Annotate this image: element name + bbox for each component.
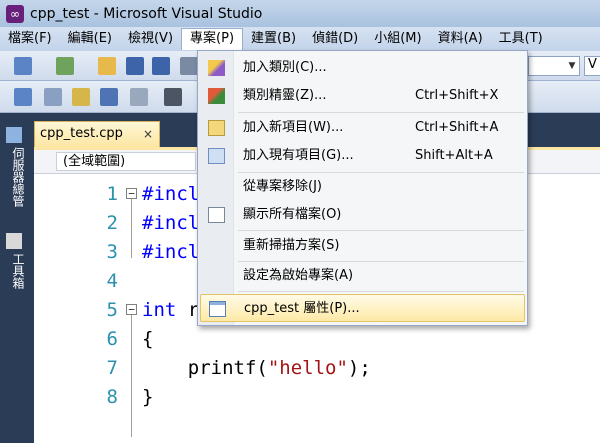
collapse-icon[interactable]: − <box>126 188 137 199</box>
line-number: 4 <box>106 270 118 292</box>
menu-item-label: 顯示所有檔案(O) <box>243 207 342 222</box>
code-keyword: #incl <box>142 212 200 234</box>
line-number: 6 <box>106 328 118 350</box>
menu-data[interactable]: 資料(A) <box>430 28 491 50</box>
line-number: 7 <box>106 357 118 379</box>
line-number: 5 <box>106 299 118 321</box>
menu-item-label: 加入類別(C)... <box>243 60 327 75</box>
visual-studio-icon: ∞ <box>6 4 24 23</box>
tab-server-explorer[interactable]: 伺服器總管 <box>3 147 27 207</box>
cut-icon[interactable] <box>180 57 198 75</box>
parameter-info-icon[interactable] <box>72 88 90 106</box>
code-line: 6 { <box>34 325 600 354</box>
code-keyword: #incl <box>142 241 200 263</box>
menu-edit[interactable]: 編輯(E) <box>60 28 120 50</box>
class-view-icon[interactable] <box>14 88 32 106</box>
chevron-down-icon: ▼ <box>568 61 576 71</box>
menu-item-rescan-solution[interactable]: 重新掃描方案(S) <box>200 232 525 260</box>
save-icon[interactable] <box>126 57 144 75</box>
save-all-icon[interactable] <box>152 57 170 75</box>
menu-item-add-class[interactable]: 加入類別(C)... <box>200 54 525 82</box>
line-number: 1 <box>106 183 118 205</box>
line-number: 8 <box>106 386 118 408</box>
menu-item-class-wizard[interactable]: 類別精靈(Z)... Ctrl+Shift+X <box>200 82 525 110</box>
menu-file[interactable]: 檔案(F) <box>0 28 60 50</box>
menu-build[interactable]: 建置(B) <box>243 28 304 50</box>
line-number: 2 <box>106 212 118 234</box>
code-string: "hello" <box>267 357 348 379</box>
menu-project[interactable]: 專案(P) <box>181 28 244 50</box>
document-tab[interactable]: cpp_test.cpp × <box>34 121 160 147</box>
class-wizard-icon <box>208 88 225 104</box>
code-text: int r <box>142 296 199 325</box>
menu-item-label: 加入現有項目(G)... <box>243 148 354 163</box>
left-tool-tabs: 伺服器總管 工具箱 <box>0 113 30 443</box>
code-rest: r <box>176 299 200 321</box>
line-number: 3 <box>106 241 118 263</box>
menu-item-add-existing-item[interactable]: 加入現有項目(G)... Shift+Alt+A <box>200 142 525 170</box>
menu-item-label: 設定為啟始專案(A) <box>243 268 354 283</box>
menu-item-set-startup-project[interactable]: 設定為啟始專案(A) <box>200 262 525 290</box>
code-line: 7 printf("hello"); <box>34 354 600 383</box>
server-explorer-icon <box>6 127 22 143</box>
menu-tools[interactable]: 工具(T) <box>491 28 551 50</box>
properties-icon <box>209 301 226 317</box>
code-call-end: ); <box>347 357 371 379</box>
outdent-icon[interactable] <box>130 88 148 106</box>
platform-combo[interactable]: V <box>584 56 600 76</box>
window-title: cpp_test - Microsoft Visual Studio <box>30 5 263 22</box>
menu-team[interactable]: 小組(M) <box>366 28 429 50</box>
code-keyword: #incl <box>142 183 200 205</box>
scope-dropdown[interactable]: (全域範圍) <box>56 152 196 171</box>
menu-debug[interactable]: 偵錯(D) <box>304 28 366 50</box>
document-tab-title: cpp_test.cpp <box>40 126 123 141</box>
code-call: printf( <box>142 357 268 379</box>
close-icon[interactable]: × <box>143 122 153 146</box>
config-combo[interactable]: ▼ <box>528 56 580 76</box>
menu-item-label: 類別精靈(Z)... <box>243 88 327 103</box>
code-line: 8 } <box>34 383 600 412</box>
add-item-icon[interactable] <box>56 57 74 75</box>
code-text: #incl <box>142 238 199 267</box>
menu-item-properties[interactable]: cpp_test 屬性(P)... <box>200 294 525 322</box>
quick-info-icon[interactable] <box>44 88 62 106</box>
menu-separator <box>238 230 524 231</box>
collapse-icon[interactable]: − <box>126 304 137 315</box>
menu-item-show-all-files[interactable]: 顯示所有檔案(O) <box>200 201 525 229</box>
menu-bar: 檔案(F) 編輯(E) 檢視(V) 專案(P) 建置(B) 偵錯(D) 小組(M… <box>0 27 600 51</box>
platform-combo-value: V <box>588 57 597 72</box>
open-file-icon[interactable] <box>98 57 116 75</box>
menu-separator <box>238 291 524 292</box>
project-menu: 加入類別(C)... 類別精靈(Z)... Ctrl+Shift+X 加入新項目… <box>197 50 528 326</box>
menu-item-label: 重新掃描方案(S) <box>243 238 340 253</box>
menu-item-shortcut: Shift+Alt+A <box>415 148 493 163</box>
code-text: } <box>142 386 154 408</box>
menu-item-label: cpp_test 屬性(P)... <box>244 301 360 316</box>
code-text: #incl <box>142 180 199 209</box>
menu-item-label: 從專案移除(J) <box>243 179 322 194</box>
menu-item-shortcut: Ctrl+Shift+A <box>415 120 499 135</box>
comment-icon[interactable] <box>164 88 182 106</box>
menu-item-add-new-item[interactable]: 加入新項目(W)... Ctrl+Shift+A <box>200 114 525 142</box>
menu-item-remove-from-project[interactable]: 從專案移除(J) <box>200 173 525 201</box>
code-text: { <box>142 328 154 350</box>
code-keyword: int <box>142 299 177 321</box>
menu-view[interactable]: 檢視(V) <box>120 28 181 50</box>
new-project-icon[interactable] <box>14 57 32 75</box>
add-existing-item-icon <box>208 148 225 164</box>
show-all-files-icon <box>208 207 225 223</box>
tab-toolbox[interactable]: 工具箱 <box>3 253 27 289</box>
add-new-item-icon <box>208 120 225 136</box>
title-bar: ∞ cpp_test - Microsoft Visual Studio <box>0 0 600 27</box>
word-completion-icon[interactable] <box>100 88 118 106</box>
toolbox-icon <box>6 233 22 249</box>
menu-item-label: 加入新項目(W)... <box>243 120 344 135</box>
menu-item-shortcut: Ctrl+Shift+X <box>415 88 499 103</box>
menu-separator <box>238 112 524 113</box>
code-text: printf("hello"); <box>142 354 371 383</box>
add-class-icon <box>208 60 225 76</box>
code-text: #incl <box>142 209 199 238</box>
